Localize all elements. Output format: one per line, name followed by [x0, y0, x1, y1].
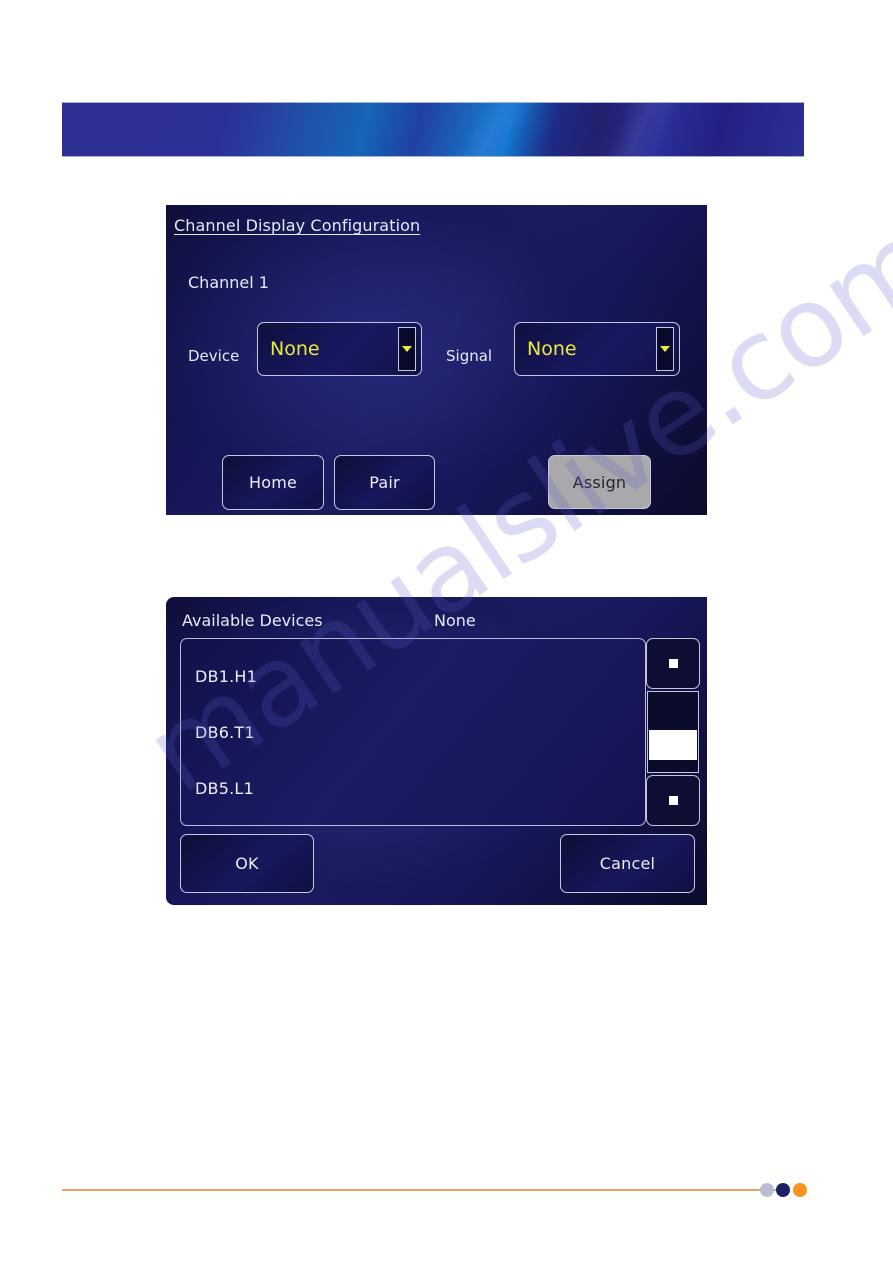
available-devices-label: Available Devices — [182, 611, 323, 630]
cancel-button[interactable]: Cancel — [560, 834, 695, 893]
scrollbar-track[interactable] — [647, 691, 699, 773]
list-item[interactable]: DB6.T1 — [195, 723, 255, 742]
banner-streak-overlay — [62, 103, 804, 156]
device-field-label: Device — [188, 347, 240, 365]
caret-glyph — [402, 346, 412, 352]
device-dropdown-chevron-down-icon[interactable] — [398, 327, 416, 371]
scrollbar-thumb[interactable] — [649, 730, 697, 760]
list-item[interactable]: DB5.L1 — [195, 779, 254, 798]
channel-label: Channel 1 — [188, 273, 269, 292]
page-title: Channel Display Configuration — [174, 216, 421, 235]
ok-button[interactable]: OK — [180, 834, 314, 893]
footer-divider — [62, 1189, 780, 1191]
signal-field-label: Signal — [446, 347, 493, 365]
available-devices-selected-value: None — [434, 611, 476, 630]
square-up-icon — [668, 659, 678, 668]
device-dropdown[interactable]: None — [257, 322, 422, 376]
footer-dot-1 — [760, 1183, 774, 1197]
footer-dot-2 — [776, 1183, 790, 1197]
square-down-icon — [668, 796, 678, 805]
list-item[interactable]: DB1.H1 — [195, 667, 257, 686]
scroll-down-button[interactable] — [646, 775, 700, 826]
footer-dots — [760, 1183, 818, 1199]
scroll-up-button[interactable] — [646, 638, 700, 689]
pair-button[interactable]: Pair — [334, 455, 435, 510]
assign-button[interactable]: Assign — [548, 455, 651, 509]
channel-display-configuration-panel: Channel Display Configuration Channel 1 … — [166, 205, 707, 515]
device-list-scrollbar[interactable] — [646, 638, 700, 826]
signal-dropdown[interactable]: None — [514, 322, 680, 376]
footer-dot-3 — [793, 1183, 807, 1197]
header-banner — [62, 102, 804, 157]
available-devices-panel: Available Devices None DB1.H1 DB6.T1 DB5… — [166, 597, 707, 905]
device-dropdown-value: None — [270, 338, 320, 360]
caret-glyph — [660, 346, 670, 352]
signal-dropdown-chevron-down-icon[interactable] — [656, 327, 674, 371]
device-list[interactable]: DB1.H1 DB6.T1 DB5.L1 — [180, 638, 646, 826]
signal-dropdown-value: None — [527, 338, 577, 360]
home-button[interactable]: Home — [222, 455, 324, 510]
